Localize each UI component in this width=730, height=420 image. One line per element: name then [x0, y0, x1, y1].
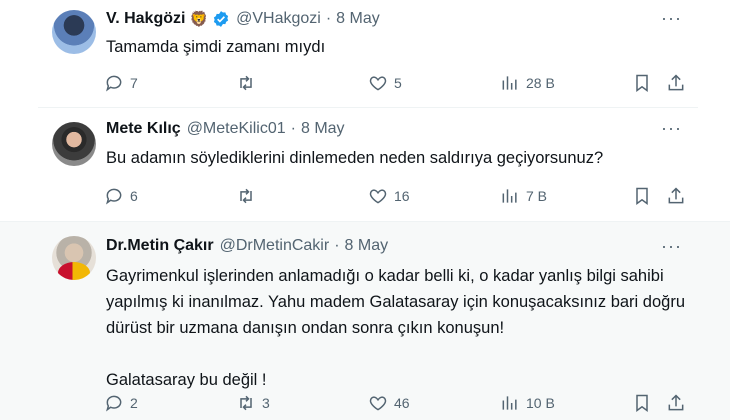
- share-icon: [668, 394, 684, 411]
- tweet-paragraph: Tamamda şimdi zamanı mıydı: [106, 38, 326, 56]
- tweet-3[interactable]: Dr.Metin Çakır @DrMetinCakir · 8 May ···…: [0, 222, 730, 420]
- more-icon[interactable]: ···: [661, 118, 682, 139]
- views-button[interactable]: 7 B: [500, 186, 547, 206]
- tweet-header: V. Hakgözi 🦁 @VHakgozi · 8 May: [106, 10, 380, 28]
- reply-count: 6: [130, 188, 138, 204]
- retweet-icon: [240, 75, 252, 91]
- retweet-icon: [240, 188, 252, 204]
- tweet-paragraph: Gayrimenkul işlerinden anlamadığı o kada…: [106, 267, 685, 337]
- bookmark-icon: [636, 394, 648, 412]
- author-handle[interactable]: @MeteKilic01: [187, 120, 286, 138]
- retweet-icon: [240, 395, 252, 411]
- tweet-date[interactable]: 8 May: [336, 10, 380, 28]
- tweet-text: Bu adamın söylediklerini dinlemeden nede…: [106, 145, 696, 171]
- bookmark-button[interactable]: [632, 73, 652, 93]
- bookmark-icon: [636, 74, 648, 92]
- tweet-text: Tamamda şimdi zamanı mıydı: [106, 34, 696, 60]
- bookmark-button[interactable]: [632, 393, 652, 413]
- reply-icon: [106, 395, 122, 412]
- reply-count: 7: [130, 75, 138, 91]
- lion-emoji: 🦁: [189, 11, 209, 28]
- author-name[interactable]: Dr.Metin Çakır: [106, 237, 214, 255]
- like-icon: [369, 189, 387, 204]
- reply-button[interactable]: 2: [104, 393, 138, 413]
- avatar[interactable]: [52, 10, 96, 54]
- action-bar: 7 5 28 B: [104, 73, 686, 95]
- tweet-1[interactable]: V. Hakgözi 🦁 @VHakgozi · 8 May ··· Tamam…: [0, 0, 730, 108]
- views-icon: [502, 76, 517, 90]
- like-button[interactable]: 5: [368, 73, 402, 93]
- reply-icon: [106, 75, 122, 92]
- tweet-header: Mete Kılıç @MeteKilic01 · 8 May: [106, 120, 345, 138]
- author-name[interactable]: Mete Kılıç: [106, 120, 181, 138]
- tweet-paragraph: Galatasaray bu değil !: [106, 371, 267, 389]
- reply-count: 2: [130, 395, 138, 411]
- like-count: 16: [394, 188, 410, 204]
- like-icon: [369, 396, 387, 411]
- share-icon: [668, 187, 684, 204]
- like-count: 5: [394, 75, 402, 91]
- tweet-paragraph: Bu adamın söylediklerini dinlemeden nede…: [106, 149, 604, 167]
- views-button[interactable]: 28 B: [500, 73, 555, 93]
- separator-dot: ·: [334, 237, 340, 254]
- retweet-button[interactable]: [236, 186, 262, 206]
- like-icon: [369, 76, 387, 91]
- author-handle[interactable]: @DrMetinCakir: [220, 237, 330, 255]
- more-icon[interactable]: ···: [661, 8, 682, 29]
- like-count: 46: [394, 395, 410, 411]
- bookmark-icon: [636, 187, 648, 205]
- tweet-date[interactable]: 8 May: [345, 237, 389, 255]
- tweet-2[interactable]: Mete Kılıç @MeteKilic01 · 8 May ··· Bu a…: [0, 108, 730, 222]
- reply-button[interactable]: 7: [104, 73, 138, 93]
- separator-dot: ·: [290, 120, 296, 137]
- retweet-button[interactable]: 3: [236, 393, 270, 413]
- tweet-date[interactable]: 8 May: [301, 120, 345, 138]
- retweet-count: 3: [262, 395, 270, 411]
- view-count: 7 B: [526, 188, 548, 204]
- share-button[interactable]: [666, 393, 686, 413]
- tweet-text: Gayrimenkul işlerinden anlamadığı o kada…: [106, 263, 696, 393]
- reply-icon: [106, 188, 122, 205]
- retweet-button[interactable]: [236, 73, 262, 93]
- share-button[interactable]: [666, 186, 686, 206]
- view-count: 10 B: [526, 395, 555, 411]
- share-button[interactable]: [666, 73, 686, 93]
- verified-badge-icon: [214, 11, 229, 27]
- views-icon: [502, 396, 517, 410]
- view-count: 28 B: [526, 75, 555, 91]
- avatar[interactable]: [52, 122, 96, 166]
- views-icon: [502, 189, 517, 203]
- tweet-header: Dr.Metin Çakır @DrMetinCakir · 8 May: [106, 237, 388, 255]
- more-icon[interactable]: ···: [661, 236, 682, 257]
- like-button[interactable]: 46: [368, 393, 410, 413]
- action-bar: 6 16 7 B: [104, 186, 686, 208]
- author-handle[interactable]: @VHakgozi: [236, 10, 321, 28]
- author-name[interactable]: V. Hakgözi: [106, 10, 185, 28]
- avatar-jersey: [58, 262, 90, 280]
- views-button[interactable]: 10 B: [500, 393, 555, 413]
- avatar[interactable]: [52, 236, 96, 280]
- share-icon: [668, 74, 684, 91]
- bookmark-button[interactable]: [632, 186, 652, 206]
- separator-dot: ·: [325, 10, 332, 27]
- action-bar: 2 3 46 10 B: [104, 393, 686, 415]
- reply-button[interactable]: 6: [104, 186, 138, 206]
- like-button[interactable]: 16: [368, 186, 410, 206]
